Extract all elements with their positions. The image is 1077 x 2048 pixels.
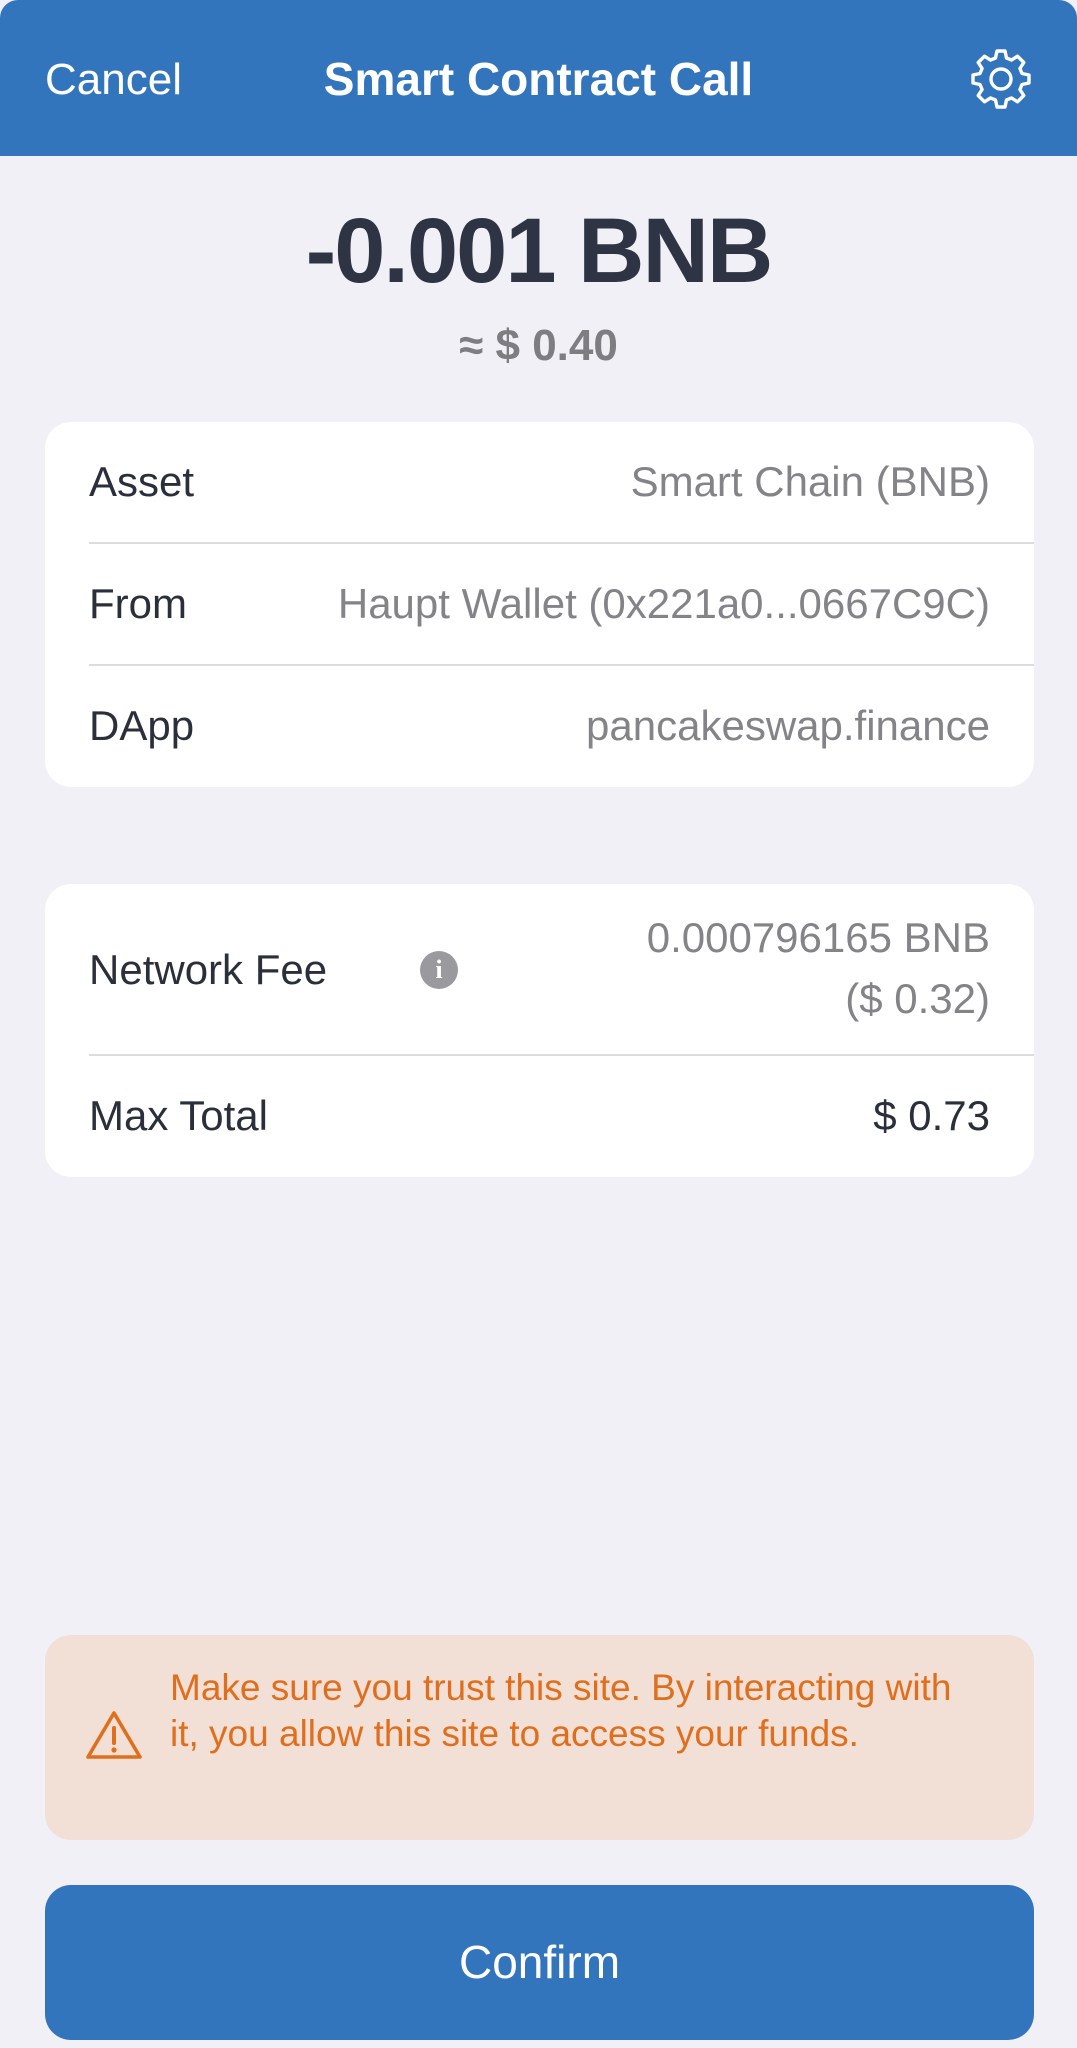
top-bar: Cancel Smart Contract Call xyxy=(0,0,1077,156)
max-total-row: Max Total $ 0.73 xyxy=(89,1056,1034,1177)
asset-value: Smart Chain (BNB) xyxy=(630,458,990,505)
trust-warning-banner: Make sure you trust this site. By intera… xyxy=(45,1635,1034,1840)
info-icon[interactable]: i xyxy=(420,951,458,989)
from-row: From Haupt Wallet (0x221a0...0667C9C) xyxy=(89,544,1034,666)
warning-triangle-icon xyxy=(86,1711,142,1759)
network-fee-label: Network Fee xyxy=(89,946,328,993)
details-card: Asset Smart Chain (BNB) From Haupt Walle… xyxy=(45,422,1034,787)
dapp-value: pancakeswap.finance xyxy=(586,702,990,749)
dapp-label: DApp xyxy=(89,702,195,749)
fees-card: Network Fee i 0.000796165 BNB ($ 0.32) M… xyxy=(45,884,1034,1177)
from-value: Haupt Wallet (0x221a0...0667C9C) xyxy=(337,580,990,627)
transaction-fiat-amount: ≈ $ 0.40 xyxy=(459,321,618,370)
from-label: From xyxy=(89,580,187,627)
warning-text: Make sure you trust this site. By intera… xyxy=(170,1667,952,1754)
page-title: Smart Contract Call xyxy=(323,53,754,105)
network-fee-value: 0.000796165 BNB xyxy=(646,914,990,961)
asset-row: Asset Smart Chain (BNB) xyxy=(89,422,1034,544)
dapp-row: DApp pancakeswap.finance xyxy=(89,666,1034,787)
max-total-value: $ 0.73 xyxy=(873,1092,990,1139)
network-fee-fiat: ($ 0.32) xyxy=(845,975,990,1022)
asset-label: Asset xyxy=(89,458,195,505)
gear-icon[interactable] xyxy=(968,46,1034,112)
confirm-button[interactable]: Confirm xyxy=(45,1885,1034,2040)
transaction-amount: -0.001 BNB xyxy=(305,200,774,302)
network-fee-row: Network Fee i 0.000796165 BNB ($ 0.32) xyxy=(89,884,1034,1056)
max-total-label: Max Total xyxy=(89,1092,268,1139)
